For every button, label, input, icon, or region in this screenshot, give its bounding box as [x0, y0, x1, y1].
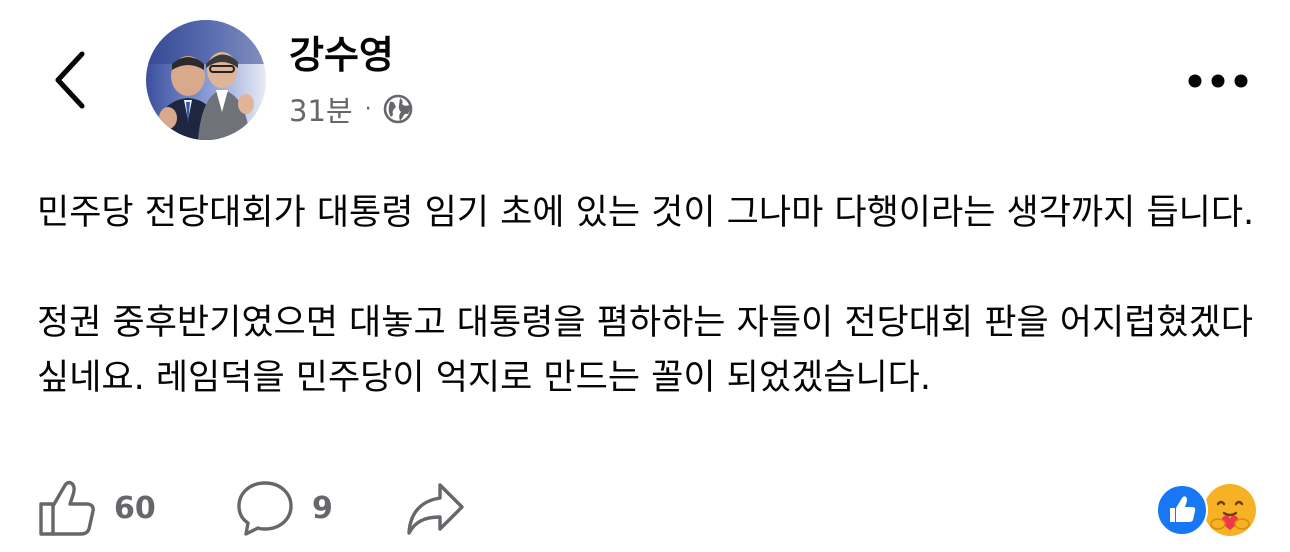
profile-photo — [146, 20, 266, 140]
meta-separator: · — [364, 96, 372, 122]
comment-bubble-icon — [237, 481, 293, 536]
globe-icon[interactable] — [382, 93, 414, 125]
share-button[interactable] — [404, 476, 466, 540]
reaction-summary[interactable] — [1156, 484, 1260, 536]
comment-count: 9 — [312, 490, 333, 526]
like-reaction-icon — [1156, 484, 1208, 536]
thumbs-up-icon — [39, 480, 95, 536]
like-count: 60 — [114, 490, 156, 526]
post-paragraph: 민주당 전당대회가 대통령 임기 초에 있는 것이 그나마 다행이라는 생각까지… — [37, 193, 1255, 233]
more-options-button[interactable] — [1186, 64, 1250, 98]
more-horizontal-icon — [1188, 74, 1248, 88]
post-meta: 31분 · — [289, 88, 414, 130]
post-paragraph: 정권 중후반기였으면 대놓고 대통령을 폄하하는 자들이 전당대회 판을 어지럽… — [37, 303, 1254, 398]
comment-button[interactable]: 9 — [234, 476, 333, 540]
avatar[interactable] — [146, 20, 266, 140]
author-name[interactable]: 강수영 — [289, 30, 394, 80]
share-arrow-icon — [407, 483, 464, 535]
post-timestamp[interactable]: 31분 — [289, 88, 353, 130]
post-text: 민주당 전당대회가 대통령 임기 초에 있는 것이 그나마 다행이라는 생각까지… — [37, 186, 1257, 406]
back-button[interactable] — [44, 48, 96, 112]
care-reaction-icon — [1204, 484, 1256, 536]
like-button[interactable]: 60 — [36, 476, 156, 540]
chevron-left-icon — [55, 51, 85, 109]
